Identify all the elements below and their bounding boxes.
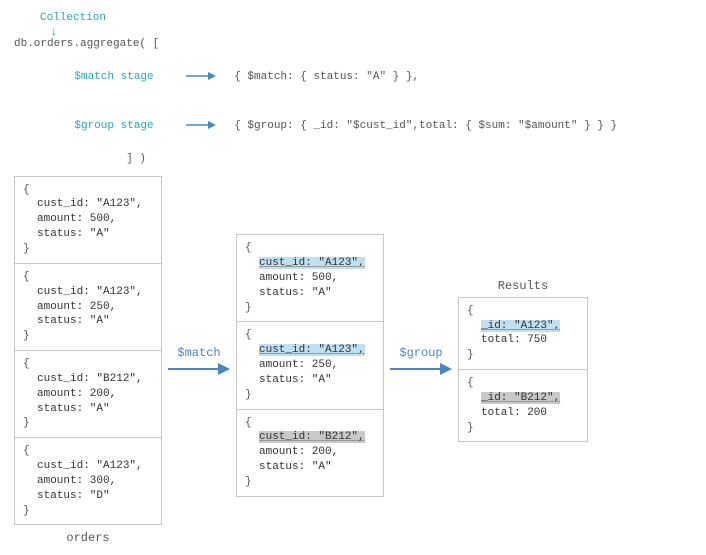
- document-box: {cust_id: "B212",amount: 200,status: "A"…: [14, 350, 162, 438]
- arrow-right-icon: [390, 362, 452, 376]
- aggregate-open: db.orders.aggregate( [: [14, 36, 692, 53]
- aggregate-close: ] ): [14, 151, 692, 168]
- arrow-right-icon: [186, 71, 216, 81]
- matched-column: {cust_id: "A123",amount: 500,status: "A"…: [236, 234, 384, 497]
- group-code: { $group: { _id: "$cust_id",total: { $su…: [234, 120, 617, 132]
- document-box: {cust_id: "A123",amount: 300,status: "D"…: [14, 437, 162, 525]
- results-label: Results: [498, 279, 548, 293]
- code-header: Collection ↓ db.orders.aggregate( [ $mat…: [14, 10, 692, 168]
- document-box: {cust_id: "A123",amount: 500,status: "A"…: [14, 176, 162, 264]
- match-code: { $match: { status: "A" } },: [234, 71, 419, 83]
- match-arrow-label: $match: [177, 346, 220, 360]
- document-box: {cust_id: "A123",amount: 500,status: "A"…: [236, 234, 384, 322]
- arrow-right-icon: [186, 120, 216, 130]
- match-stage-anno: $match stage: [40, 69, 188, 86]
- document-box: {cust_id: "B212",amount: 200,status: "A"…: [236, 409, 384, 497]
- pipeline-diagram: {cust_id: "A123",amount: 500,status: "A"…: [14, 176, 692, 546]
- orders-column: {cust_id: "A123",amount: 500,status: "A"…: [14, 176, 162, 546]
- document-box: {cust_id: "A123",amount: 250,status: "A"…: [14, 263, 162, 351]
- results-column: Results {_id: "A123",total: 750}{_id: "B…: [458, 279, 588, 443]
- match-arrow: $match: [168, 346, 230, 376]
- match-stage-line: $match stage { $match: { status: "A" } }…: [14, 52, 692, 102]
- group-stage-line: $group stage { $group: { _id: "$cust_id"…: [14, 102, 692, 152]
- arrow-right-icon: [168, 362, 230, 376]
- down-arrow-icon: ↓: [50, 27, 692, 36]
- result-box: {_id: "B212",total: 200}: [458, 369, 588, 442]
- document-box: {cust_id: "A123",amount: 250,status: "A"…: [236, 321, 384, 409]
- group-arrow-label: $group: [399, 346, 442, 360]
- group-stage-anno: $group stage: [40, 118, 188, 135]
- orders-label: orders: [66, 531, 109, 545]
- group-arrow: $group: [390, 346, 452, 376]
- result-box: {_id: "A123",total: 750}: [458, 297, 588, 370]
